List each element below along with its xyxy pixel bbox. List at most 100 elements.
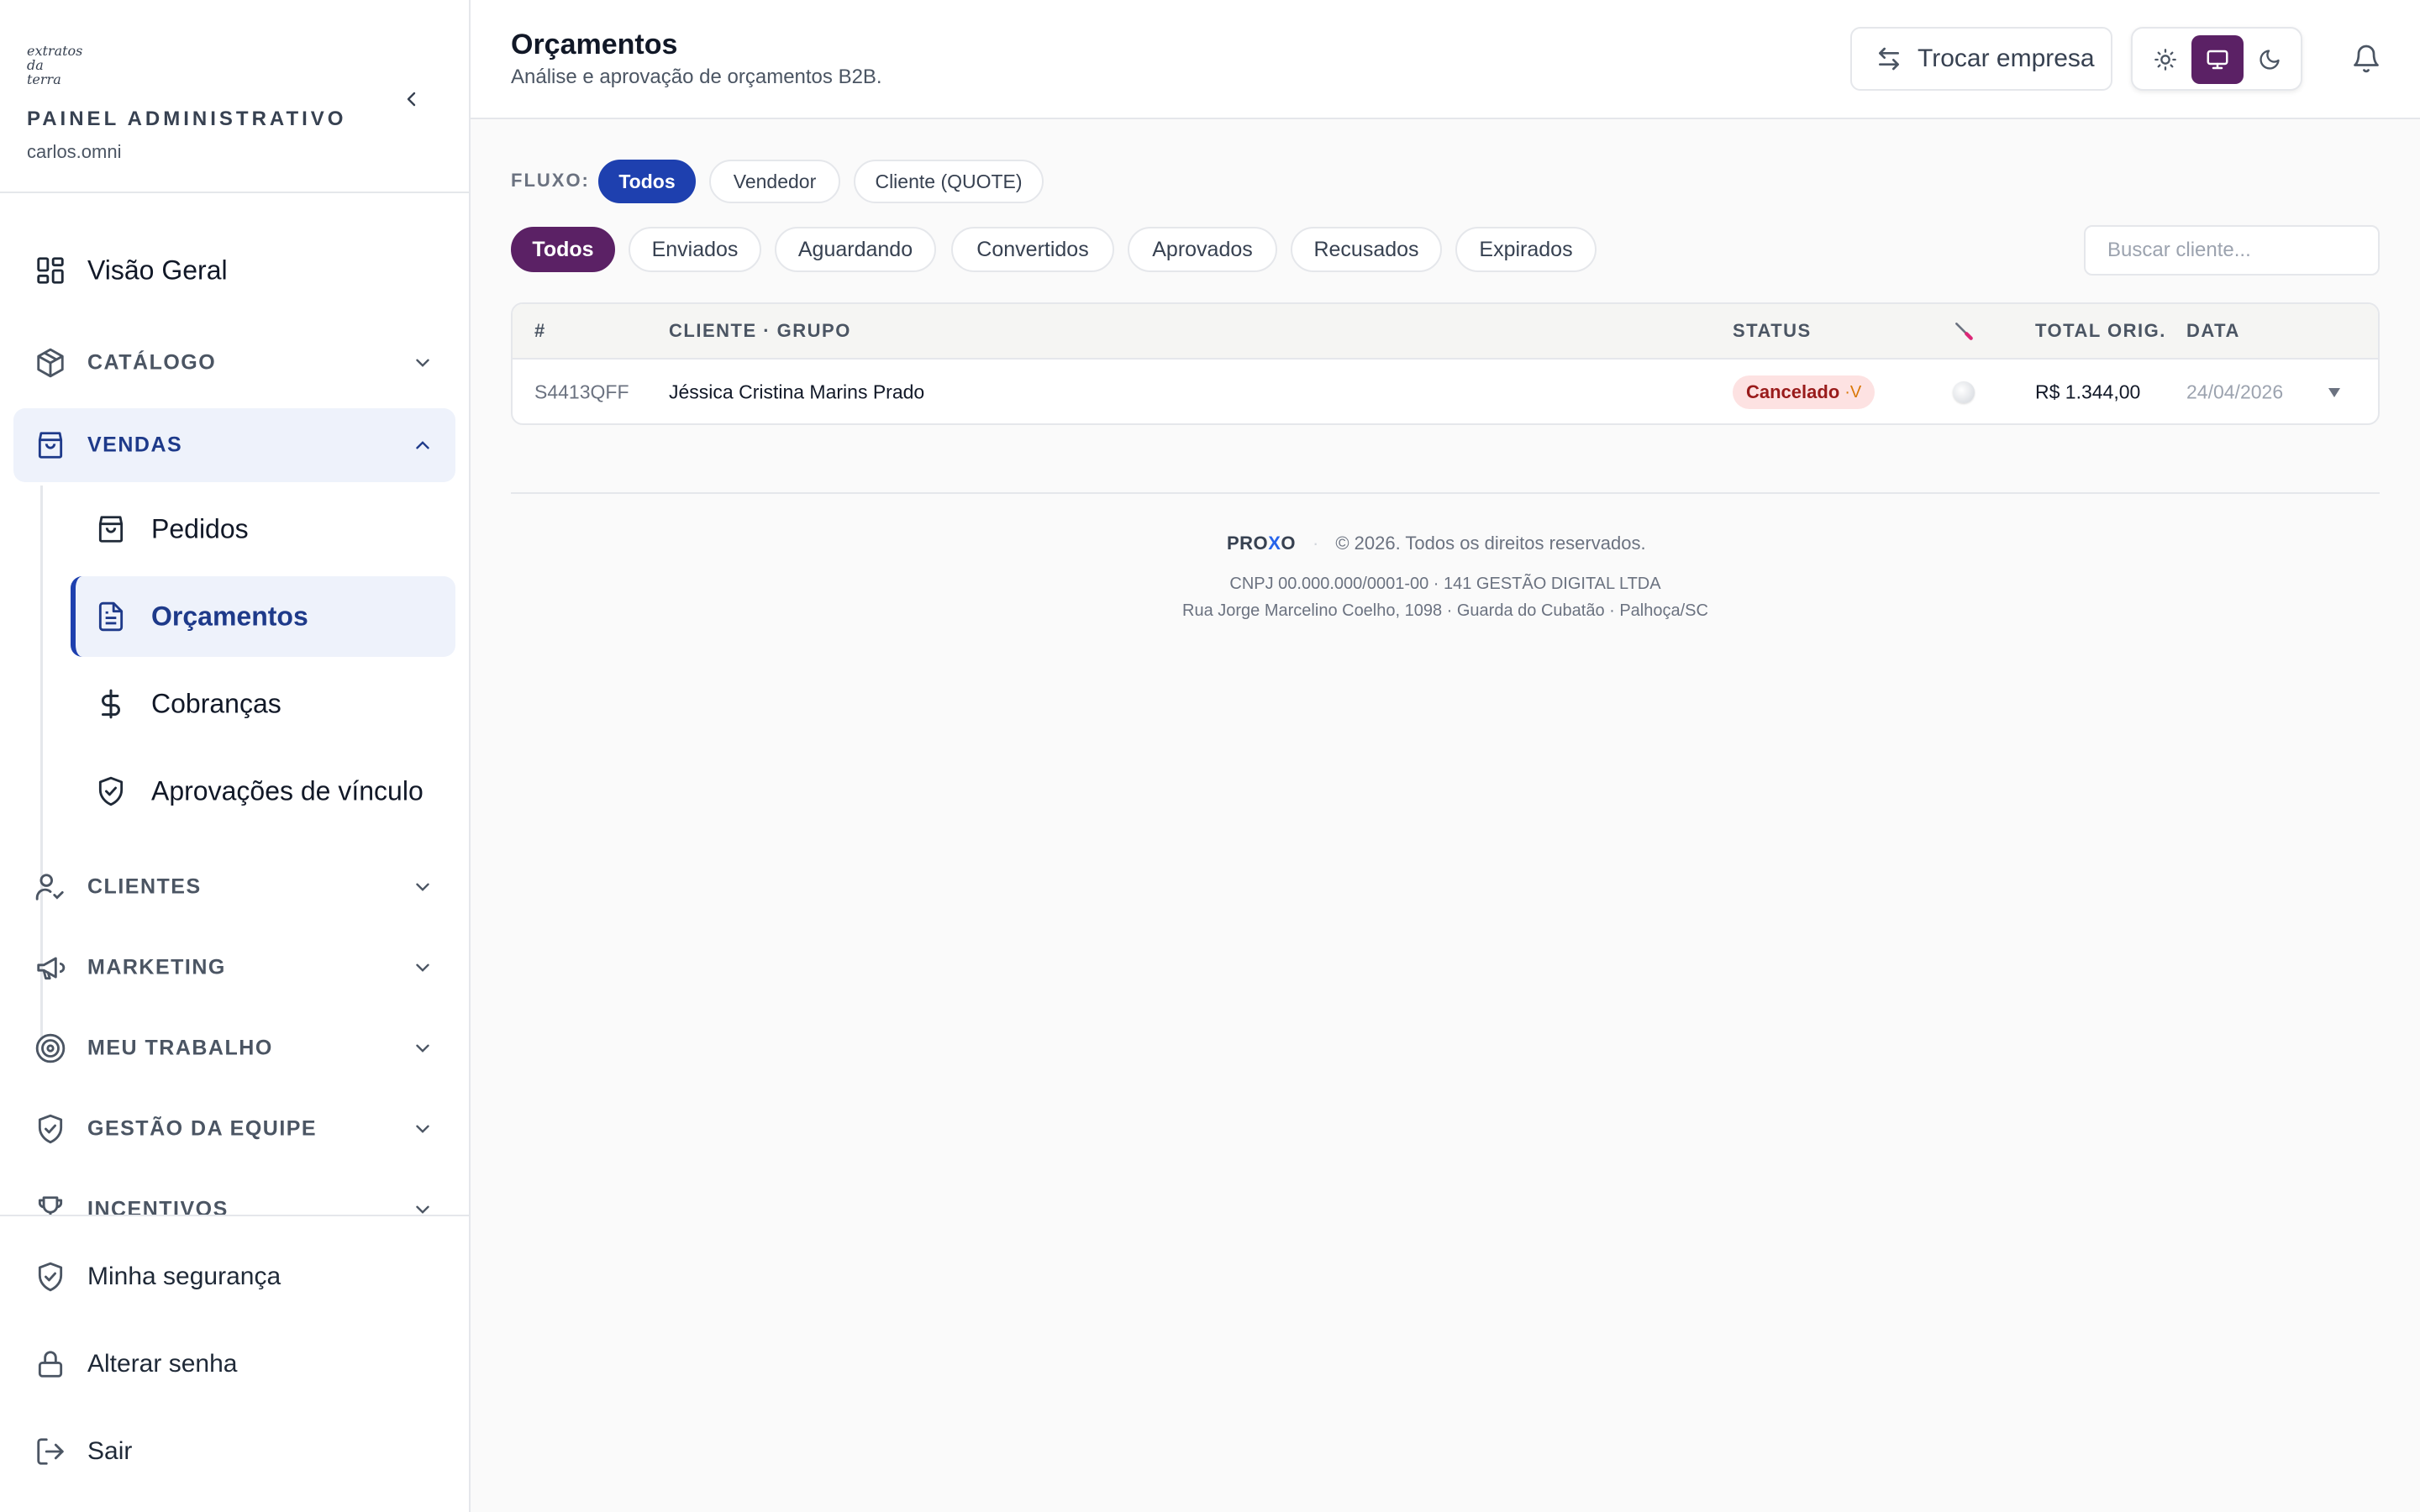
quote-id: S4413QFF bbox=[534, 381, 629, 403]
brush-icon bbox=[1955, 323, 1973, 340]
sidebar-section-team[interactable]: GESTÃO DA EQUIPE bbox=[13, 1092, 455, 1166]
notifications-button[interactable] bbox=[2349, 42, 2383, 76]
shopping-bag-icon bbox=[34, 428, 67, 462]
sidebar-section-sales[interactable]: VENDAS bbox=[13, 408, 455, 482]
dollar-icon bbox=[94, 687, 128, 721]
sidebar-item-label: Pedidos bbox=[151, 513, 249, 544]
panel-username: carlos.omni bbox=[27, 141, 122, 162]
footer-divider bbox=[511, 492, 2380, 494]
bottom-item-label: Minha segurança bbox=[87, 1263, 281, 1290]
sidebar-item-orders[interactable]: Pedidos bbox=[71, 489, 455, 570]
client-name: Jéssica Cristina Marins Prado bbox=[669, 381, 925, 403]
shield-check-icon bbox=[34, 1260, 67, 1294]
status-chip-converted[interactable]: Convertidos bbox=[951, 227, 1114, 272]
light-theme-button[interactable] bbox=[2139, 35, 2191, 84]
sidebar-section-label: VENDAS bbox=[87, 433, 183, 457]
chevron-up-icon bbox=[408, 431, 437, 459]
system-theme-button[interactable] bbox=[2191, 35, 2244, 84]
flow-chip-client-quote[interactable]: Cliente (QUOTE) bbox=[854, 160, 1044, 203]
collapse-sidebar-button[interactable] bbox=[397, 84, 427, 114]
logout-icon bbox=[34, 1435, 67, 1468]
sidebar-section-label: MEU TRABALHO bbox=[87, 1036, 273, 1060]
theme-toggle-group bbox=[2131, 27, 2302, 91]
sun-icon bbox=[2154, 49, 2176, 71]
sidebar-divider bbox=[0, 1215, 469, 1216]
chevron-down-icon bbox=[408, 1034, 437, 1063]
flow-chip-seller[interactable]: Vendedor bbox=[709, 160, 840, 203]
flow-chip-all[interactable]: Todos bbox=[598, 160, 696, 203]
sidebar-item-label: Aprovações de vínculo bbox=[151, 775, 424, 806]
megaphone-icon bbox=[34, 951, 67, 984]
sidebar-item-overview[interactable]: Visão Geral bbox=[13, 234, 455, 307]
total-value: R$ 1.344,00 bbox=[2035, 381, 2141, 403]
shopping-bag-icon bbox=[94, 512, 128, 546]
footer-copyright: © 2026. Todos os direitos reservados. bbox=[1335, 533, 1646, 554]
status-chip-approved[interactable]: Aprovados bbox=[1128, 227, 1277, 272]
status-badge-label: Cancelado bbox=[1746, 381, 1840, 402]
sidebar-nav[interactable]: Visão Geral CATÁLOGO VENDAS Pedidos Orça… bbox=[0, 193, 469, 1215]
column-header-brush bbox=[1953, 320, 1975, 342]
monitor-icon bbox=[2207, 50, 2228, 70]
user-check-icon bbox=[34, 870, 67, 904]
column-header-id: # bbox=[534, 320, 546, 341]
chevron-down-icon bbox=[408, 1195, 437, 1215]
column-header-client: CLIENTE · GRUPO bbox=[669, 320, 851, 341]
chevron-down-icon bbox=[408, 953, 437, 982]
trophy-icon bbox=[34, 1193, 67, 1215]
chevron-down-icon bbox=[408, 349, 437, 377]
sidebar-item-label: Visão Geral bbox=[87, 255, 228, 286]
quote-date: 24/04/2026 bbox=[2186, 381, 2284, 403]
change-password-button[interactable]: Alterar senha bbox=[13, 1324, 455, 1404]
shield-check-icon bbox=[94, 774, 128, 808]
sidebar-section-label: MARKETING bbox=[87, 955, 226, 979]
sidebar-section-catalog[interactable]: CATÁLOGO bbox=[13, 326, 455, 400]
logout-button[interactable]: Sair bbox=[13, 1411, 455, 1492]
table-row[interactable]: S4413QFF Jéssica Cristina Marins Prado C… bbox=[513, 360, 2378, 423]
dark-theme-button[interactable] bbox=[2244, 35, 2296, 84]
footer-company-info: CNPJ 00.000.000/0001-00 · 141 GESTÃO DIG… bbox=[1229, 575, 1661, 593]
footer-separator: · bbox=[1313, 533, 1319, 554]
sidebar-section-label: GESTÃO DA EQUIPE bbox=[87, 1116, 318, 1141]
chevron-down-icon bbox=[408, 873, 437, 901]
brand-logo: extratos da terra bbox=[27, 43, 83, 87]
bottom-item-label: Sair bbox=[87, 1437, 133, 1465]
proxo-logo: PROXO bbox=[1227, 533, 1296, 554]
search-client-input[interactable] bbox=[2084, 225, 2380, 276]
top-header: Orçamentos Análise e aprovação de orçame… bbox=[471, 0, 2420, 119]
target-icon bbox=[34, 1032, 67, 1065]
quotes-table: # CLIENTE · GRUPO STATUS TOTAL ORIG. DAT… bbox=[511, 302, 2380, 425]
sidebar-section-marketing[interactable]: MARKETING bbox=[13, 931, 455, 1005]
sidebar-item-link-approvals[interactable]: Aprovações de vínculo bbox=[71, 751, 455, 832]
bell-icon bbox=[2354, 45, 2379, 73]
bottom-item-label: Alterar senha bbox=[87, 1350, 238, 1378]
file-text-icon bbox=[94, 600, 128, 633]
sidebar-item-label: Orçamentos bbox=[151, 601, 308, 632]
sidebar-section-label: CATÁLOGO bbox=[87, 350, 217, 375]
column-header-total: TOTAL ORIG. bbox=[2035, 320, 2166, 341]
status-chip-waiting[interactable]: Aguardando bbox=[775, 227, 936, 272]
switch-company-button[interactable]: Trocar empresa bbox=[1850, 27, 2112, 91]
page-subtitle: Análise e aprovação de orçamentos B2B. bbox=[511, 66, 882, 88]
my-security-button[interactable]: Minha segurança bbox=[13, 1236, 455, 1317]
sidebar-section-label: CLIENTES bbox=[87, 874, 202, 899]
status-chip-sent[interactable]: Enviados bbox=[629, 227, 761, 272]
chevron-left-icon bbox=[407, 92, 416, 107]
sidebar-item-quotes[interactable]: Orçamentos bbox=[71, 576, 455, 657]
flow-filter-label: FLUXO: bbox=[511, 170, 590, 191]
status-chip-expired[interactable]: Expirados bbox=[1455, 227, 1597, 272]
expand-row-button[interactable] bbox=[2326, 384, 2343, 401]
sidebar-section-label: INCENTIVOS bbox=[87, 1197, 229, 1215]
sidebar-section-incentives[interactable]: INCENTIVOS bbox=[13, 1173, 455, 1215]
indicator-dot-icon bbox=[1953, 381, 1975, 403]
status-badge: Cancelado ·V bbox=[1733, 375, 1876, 409]
moon-icon bbox=[2260, 50, 2280, 70]
footer-address: Rua Jorge Marcelino Coelho, 1098 · Guard… bbox=[1182, 601, 1708, 620]
sidebar-section-my-work[interactable]: MEU TRABALHO bbox=[13, 1011, 455, 1085]
footer-brand-row: PROXO · © 2026. Todos os direitos reserv… bbox=[1227, 533, 1646, 554]
sidebar-item-charges[interactable]: Cobranças bbox=[71, 664, 455, 744]
switch-company-label: Trocar empresa bbox=[1918, 45, 2095, 72]
status-chip-refused[interactable]: Recusados bbox=[1291, 227, 1442, 272]
table-header: # CLIENTE · GRUPO STATUS TOTAL ORIG. DAT… bbox=[513, 304, 2378, 360]
status-chip-all[interactable]: Todos bbox=[511, 227, 615, 272]
sidebar-section-clients[interactable]: CLIENTES bbox=[13, 850, 455, 924]
